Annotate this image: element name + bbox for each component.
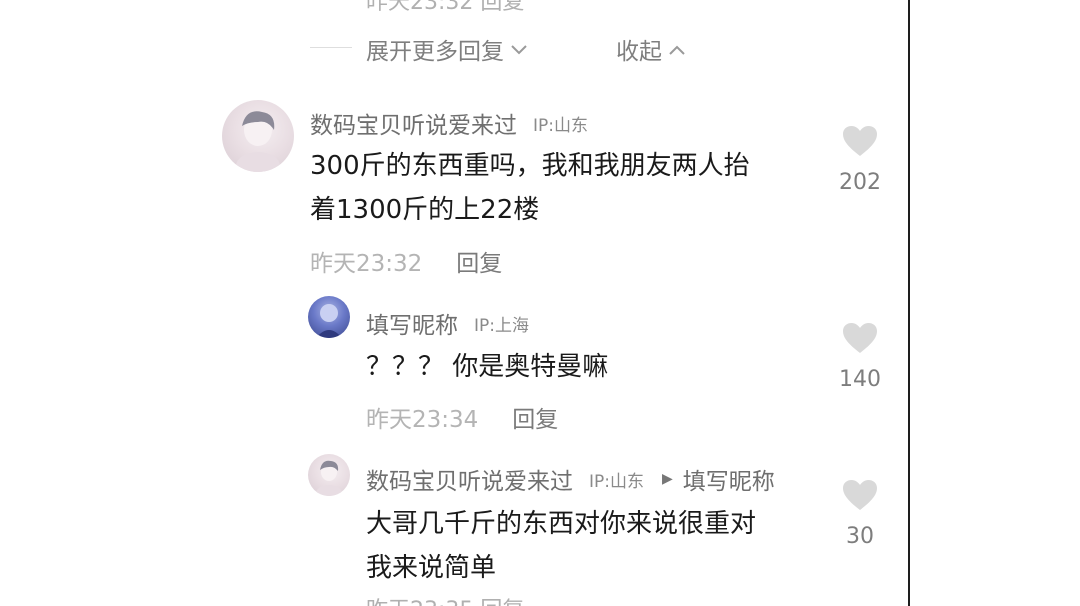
reply-button[interactable]: 回复 [456, 244, 502, 278]
comment-text: ？？？ 你是奥特曼嘛 [366, 345, 608, 389]
comment-text-line: 300斤的东西重吗，我和我朋友两人抬 [310, 151, 750, 181]
comment-timestamp: 昨天23:32 [310, 251, 423, 277]
reply-target-username[interactable]: 填写昵称 [683, 462, 775, 496]
comment-meta: 昨天23:32 回复 [310, 244, 502, 278]
like-count: 140 [839, 367, 881, 392]
like-count: 30 [846, 524, 874, 549]
comment-username[interactable]: 填写昵称 IP:上海 [366, 306, 529, 340]
username-text: 数码宝贝听说爱来过 [310, 113, 517, 139]
comment-text-line: 我来说简单 [366, 553, 497, 583]
comment-text-line: 着1300斤的上22楼 [310, 195, 540, 225]
comment-username[interactable]: 数码宝贝听说爱来过 IP:山东 [310, 106, 588, 140]
heart-icon [830, 478, 890, 512]
collapse-label: 收起 [616, 39, 662, 65]
like-count: 202 [839, 170, 881, 195]
reply-button[interactable]: 回复 [512, 400, 558, 434]
ip-location: IP:山东 [533, 115, 588, 136]
comment-username[interactable]: 数码宝贝听说爱来过 IP:山东 ▶ 填写昵称 [366, 462, 775, 496]
username-text: 填写昵称 [366, 313, 458, 339]
ip-location: IP:上海 [474, 315, 529, 336]
comment-text: 300斤的东西重吗，我和我朋友两人抬 着1300斤的上22楼 [310, 144, 750, 232]
like-button[interactable]: 140 [830, 321, 890, 392]
expand-more-replies-button[interactable]: 展开更多回复 [366, 32, 528, 66]
thread-divider [310, 47, 352, 48]
avatar[interactable] [222, 100, 294, 172]
phone-frame-edge [908, 0, 910, 606]
previous-comment-meta-partial: 昨天23:32 回复 [366, 0, 525, 15]
chevron-down-icon [510, 36, 528, 62]
chevron-up-icon [668, 36, 686, 62]
comment-meta: 昨天23:34 回复 [366, 400, 558, 434]
ip-location: IP:山东 [589, 471, 644, 492]
collapse-replies-button[interactable]: 收起 [616, 32, 686, 66]
avatar[interactable] [308, 296, 350, 338]
expand-more-label: 展开更多回复 [366, 39, 504, 65]
comment-section: 昨天23:32 回复 展开更多回复 收起 数码宝贝听说爱来过 IP:山东 300… [0, 0, 1080, 606]
comment-text-line: 大哥几千斤的东西对你来说很重对 [366, 509, 757, 539]
heart-icon [830, 321, 890, 355]
avatar[interactable] [308, 454, 350, 496]
comment-timestamp: 昨天23:34 [366, 407, 479, 433]
comment-text-line: ？？？ 你是奥特曼嘛 [366, 352, 609, 382]
comment-text: 大哥几千斤的东西对你来说很重对 我来说简单 [366, 502, 756, 590]
username-text: 数码宝贝听说爱来过 [366, 469, 573, 495]
next-comment-meta-partial: 昨天23:35 回复 [366, 592, 524, 606]
like-button[interactable]: 202 [830, 124, 890, 195]
like-button[interactable]: 30 [830, 478, 890, 549]
play-triangle-icon: ▶ [662, 471, 673, 487]
heart-icon [830, 124, 890, 158]
